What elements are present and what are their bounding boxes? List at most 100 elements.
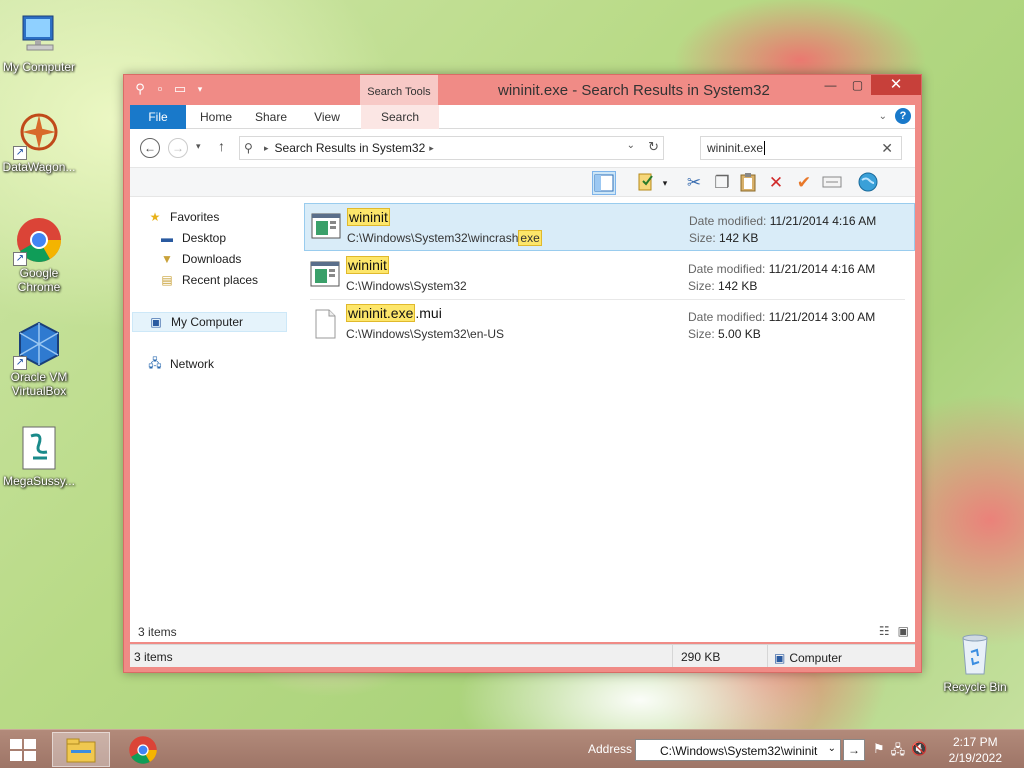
desktop-icon-my-computer[interactable]: My Computer [0,10,78,74]
expand-ribbon-icon[interactable]: ⌄ [879,111,887,122]
status-bar: 3 items 290 KB ▣ Computer [130,644,915,667]
star-icon: ★ [149,210,161,224]
nav-item-favorites[interactable]: ★ Favorites [146,207,220,227]
desktop-icon-label: Google Chrome [17,266,61,294]
file-name: wininit [346,256,389,274]
nav-item-label: Downloads [182,252,242,266]
taskbar-file-explorer[interactable] [52,732,110,767]
customize-qat-icon[interactable]: ▾ [192,81,208,97]
clock-time: 2:17 PM [952,735,998,749]
nav-item-my-computer[interactable]: ▣ My Computer [132,312,287,332]
back-button[interactable]: ← [140,138,160,158]
nav-item-downloads[interactable]: ▼ Downloads [158,249,241,269]
list-item[interactable]: wininit C:\Windows\System32 Date modifie… [304,252,915,300]
breadcrumb[interactable]: Search Results in System32 [275,141,426,155]
ribbon-tabs: File Home Share View Search ⌄ ? [130,105,915,129]
select-icon[interactable] [634,171,658,195]
tab-search[interactable]: Search [361,105,439,129]
command-toolbar: ▾ ✂ ❐ ✕ ✔ [130,167,915,197]
properties-icon[interactable]: ▫ [152,81,168,97]
tab-view[interactable]: View [302,105,352,129]
network-status-icon[interactable]: 🖧 [891,741,906,763]
delete-icon[interactable]: ✕ [764,171,788,195]
address-go-button[interactable]: → [843,739,865,761]
windows-logo-icon [24,751,36,761]
action-center-flag-icon[interactable]: ⚑ [873,741,885,763]
start-button[interactable] [10,739,38,761]
nav-item-network[interactable]: 🖧 Network [146,354,214,374]
chevron-down-icon[interactable]: ⌄ [828,743,836,754]
file-size: Size: 142 KB [689,231,758,245]
taskbar-address-input[interactable]: C:\Windows\System32\wininit ⌄ [635,739,841,761]
clear-search-icon[interactable]: ✕ [881,140,893,157]
file-name: wininit [347,208,390,226]
address-bar[interactable]: ⚲ ▸ Search Results in System32 ▸ ⌄ ↻ [239,136,664,160]
list-item[interactable]: wininit C:\Windows\System32\wincrash exe … [304,203,915,251]
chrome-icon: ↗ [13,216,63,266]
forward-button[interactable]: → [168,138,188,158]
address-dropdown-icon[interactable]: ⌄ [627,140,635,151]
nav-item-label: Favorites [170,210,220,224]
desktop-icon-label: Oracle VM VirtualBox [10,370,68,398]
properties-panel-icon[interactable] [820,171,844,195]
size-label: Size: [688,279,715,293]
quick-access-toolbar: ⚲ ▫ ▭ ▾ [132,81,208,97]
rename-icon[interactable]: ✔ [792,171,816,195]
taskbar-address-label: Address [588,742,633,756]
file-name: wininit.exe .mui [346,304,442,322]
file-size: Size: 5.00 KB [688,327,761,341]
nav-item-desktop[interactable]: ▬ Desktop [158,228,226,248]
name-highlight: wininit [346,256,389,274]
desktop-icon-virtualbox[interactable]: ↗ Oracle VM VirtualBox [0,320,78,398]
close-button[interactable]: ✕ [871,75,921,95]
shortcut-arrow-icon: ↗ [13,252,27,266]
tab-share[interactable]: Share [246,105,296,129]
globe-icon[interactable] [856,171,880,195]
desktop-icon-datawagon[interactable]: ↗ DataWagon... [0,110,78,174]
taskbar-clock[interactable]: 2:17 PM 2/19/2022 [949,734,1002,766]
desktop-icon-recycle-bin[interactable]: Recycle Bin [936,630,1014,694]
desktop-icon-label: My Computer [2,60,76,74]
cut-icon[interactable]: ✂ [682,171,706,195]
help-icon[interactable]: ? [895,108,911,124]
date-label: Date modified: [688,262,766,276]
search-input[interactable]: wininit.exe ✕ [700,136,902,160]
date-label: Date modified: [688,310,766,324]
search-tools-context-label: Search Tools [360,75,438,105]
nav-item-label: Network [170,357,215,371]
breadcrumb-separator-icon[interactable]: ▸ [264,143,269,154]
preview-pane-icon[interactable] [592,171,616,195]
title-bar[interactable]: ⚲ ▫ ▭ ▾ Search Tools wininit.exe - Searc… [124,75,921,105]
minimize-button[interactable]: — [817,75,844,95]
desktop-icon-megasussy[interactable]: MegaSussy... [0,424,78,488]
paste-icon[interactable] [736,171,760,195]
computer-icon [15,10,63,58]
new-folder-icon[interactable]: ▭ [172,81,188,97]
list-item[interactable]: wininit.exe .mui C:\Windows\System32\en-U… [304,300,915,348]
select-dropdown-icon[interactable]: ▾ [658,171,672,195]
explorer-content: ★ Favorites ▬ Desktop ▼ Downloads ▤ Rece… [130,197,915,642]
maximize-button[interactable]: ▢ [844,75,871,95]
tab-home[interactable]: Home [190,105,242,129]
date-modified: Date modified: 11/21/2014 3:00 AM [688,310,875,324]
size-value: 5.00 KB [718,327,761,341]
large-icons-view-icon[interactable]: ▣ [898,624,909,638]
size-label: Size: [688,327,715,341]
path-text: C:\Windows\System32\wincrash [347,231,519,245]
nav-item-recent-places[interactable]: ▤ Recent places [158,270,258,290]
system-tray: ⚑ 🖧 🔇 [873,741,927,763]
desktop-icon-chrome[interactable]: ↗ Google Chrome [0,216,78,294]
navigation-pane: ★ Favorites ▬ Desktop ▼ Downloads ▤ Rece… [130,197,300,642]
copy-icon[interactable]: ❐ [710,171,734,195]
recent-locations-icon[interactable]: ▾ [196,141,201,152]
recycle-bin-icon [951,630,999,678]
up-button[interactable]: ↑ [218,138,225,154]
taskbar-chrome[interactable] [114,732,172,767]
path-text: C:\Windows\System32\en-US [346,327,505,341]
blank-file-icon [310,309,340,339]
breadcrumb-separator-icon[interactable]: ▸ [429,143,434,154]
details-view-icon[interactable]: ☷ [879,624,890,638]
refresh-icon[interactable]: ↻ [648,139,659,155]
volume-muted-icon[interactable]: 🔇 [911,741,927,763]
tab-file[interactable]: File [130,105,186,129]
